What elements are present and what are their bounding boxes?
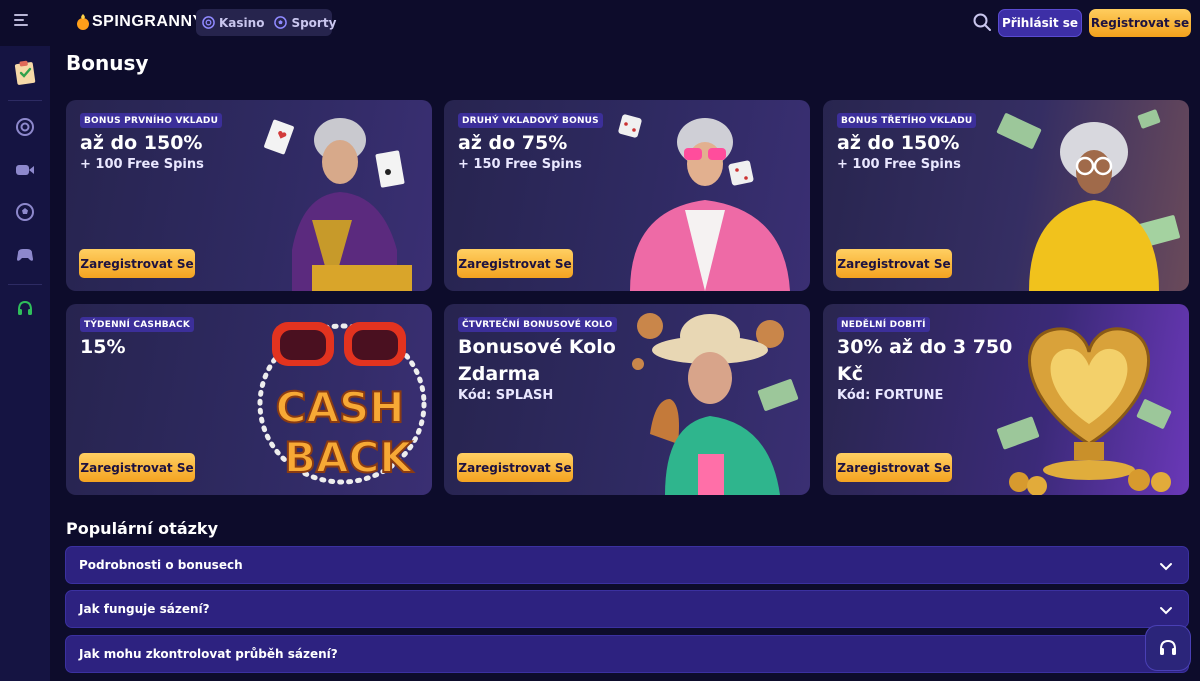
chevron-down-icon [1160, 607, 1172, 615]
bonus-subline: Kód: SPLASH [458, 388, 554, 403]
bonus-card-second-deposit[interactable]: DRUHÝ VKLADOVÝ BONUS až do 75% + 150 Fre… [444, 100, 810, 291]
cashback-art-text-1: CASH [276, 383, 405, 432]
register-cta-button[interactable]: Zaregistrovat Se [836, 453, 952, 482]
brand-suffix: GRANNY [131, 13, 204, 30]
support-chat-button[interactable] [1145, 625, 1191, 671]
roulette-icon[interactable] [13, 115, 37, 139]
support-icon[interactable] [13, 297, 37, 321]
bonus-headline: až do 75% [458, 132, 568, 154]
faq-item[interactable]: Jak funguje sázení? [65, 590, 1189, 628]
nav-kasino[interactable]: Kasino [202, 16, 264, 30]
menu-icon[interactable] [14, 14, 34, 30]
search-icon[interactable] [972, 12, 992, 32]
rail-divider [8, 100, 42, 101]
bonus-subline: + 150 Free Spins [458, 157, 582, 172]
nav-kasino-label: Kasino [219, 15, 265, 30]
chevron-down-icon [1160, 563, 1172, 571]
granny-cards-illustration [264, 118, 412, 291]
bonus-badge: BONUS TŘETÍHO VKLADU [837, 113, 977, 128]
faq-question: Jak mohu zkontrolovat průběh sázení? [79, 647, 338, 661]
faq-question: Podrobnosti o bonusech [79, 558, 243, 572]
faq-item[interactable]: Podrobnosti o bonusech [65, 546, 1189, 584]
headset-icon [1160, 639, 1176, 655]
logo-mark-icon [77, 14, 89, 30]
main-nav: Kasino Sporty [196, 9, 336, 36]
bonus-badge: ČTVRTEČNÍ BONUSOVÉ KOLO [458, 317, 617, 332]
register-cta-button[interactable]: Zaregistrovat Se [457, 249, 573, 278]
register-cta-button[interactable]: Zaregistrovat Se [457, 453, 573, 482]
esports-icon[interactable] [13, 243, 37, 267]
bonus-headline: až do 150% [837, 132, 960, 154]
register-cta-button[interactable]: Zaregistrovat Se [79, 453, 195, 482]
bonus-card-third-deposit[interactable]: BONUS TŘETÍHO VKLADU až do 150% + 100 Fr… [823, 100, 1189, 291]
brand-logo[interactable]: SPINGRANNY [76, 10, 204, 34]
granny-dice-illustration [618, 114, 790, 291]
casino-chip-icon [202, 16, 215, 29]
bonus-badge: TÝDENNÍ CASHBACK [80, 317, 195, 332]
granny-hat-illustration [632, 313, 799, 495]
bonus-card-sunday-reload[interactable]: NEDĚLNÍ DOBITÍ 30% až do 3 750 Kč Kód: F… [823, 304, 1189, 495]
side-rail [0, 46, 50, 681]
bonus-badge: DRUHÝ VKLADOVÝ BONUS [458, 113, 603, 128]
golden-heart-trophy-illustration [996, 327, 1172, 495]
register-cta-button[interactable]: Zaregistrovat Se [836, 249, 952, 278]
bonus-headline: až do 150% [80, 132, 203, 154]
rail-divider [8, 284, 42, 285]
page-title: Bonusy [66, 51, 149, 75]
bonus-headline: 30% až do 3 750 Kč [837, 336, 1013, 385]
soccer-ball-icon [274, 16, 288, 29]
register-cta-button[interactable]: Zaregistrovat Se [79, 249, 195, 278]
brand-prefix: SPIN [92, 13, 132, 30]
nav-sporty-label: Sporty [291, 15, 337, 30]
promotions-icon[interactable] [13, 60, 37, 85]
faq-title: Populární otázky [66, 519, 218, 538]
cashback-art-text-2: BACK [284, 433, 413, 482]
bonus-subline: Kód: FORTUNE [837, 388, 944, 403]
login-button[interactable]: Přihlásit se [998, 9, 1082, 37]
faq-item[interactable]: Jak mohu zkontrolovat průběh sázení? [65, 635, 1189, 673]
sports-icon[interactable] [13, 200, 37, 224]
bonus-subline: + 100 Free Spins [80, 157, 204, 172]
nav-sporty[interactable]: Sporty [274, 16, 336, 30]
register-button[interactable]: Registrovat se [1089, 9, 1191, 37]
faq-question: Jak funguje sázení? [79, 602, 210, 616]
bonus-headline: Bonusové Kolo Zdarma [458, 336, 616, 385]
bonus-card-weekly-cashback[interactable]: CASH BACK TÝDENNÍ CASHBACK 15% Zaregistr… [66, 304, 432, 495]
bonus-card-first-deposit[interactable]: BONUS PRVNÍHO VKLADU až do 150% + 100 Fr… [66, 100, 432, 291]
cashback-illustration: CASH BACK [257, 322, 427, 485]
live-casino-icon[interactable] [13, 158, 37, 182]
bonus-card-thursday-spin[interactable]: ČTVRTEČNÍ BONUSOVÉ KOLO Bonusové Kolo Zd… [444, 304, 810, 495]
bonus-headline: 15% [80, 336, 126, 358]
bonus-subline: + 100 Free Spins [837, 157, 961, 172]
bonus-badge: NEDĚLNÍ DOBITÍ [837, 317, 930, 332]
bonus-badge: BONUS PRVNÍHO VKLADU [80, 113, 223, 128]
granny-money-illustration [996, 109, 1180, 291]
top-bar: SPINGRANNY Kasino Sporty Přihlásit se Re… [0, 0, 1200, 46]
